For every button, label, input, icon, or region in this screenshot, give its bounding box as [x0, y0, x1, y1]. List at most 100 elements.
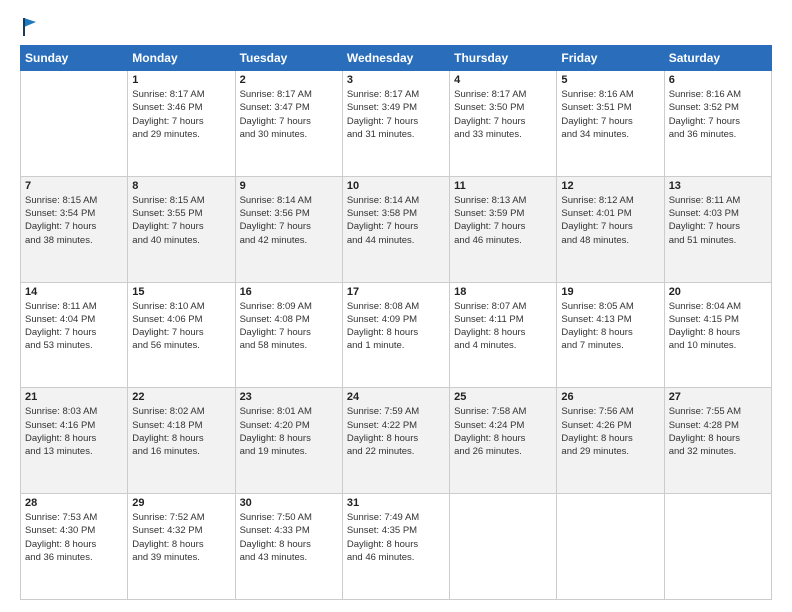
calendar-day-cell: 19 Sunrise: 8:05 AM Sunset: 4:13 PM Dayli…: [557, 282, 664, 388]
day-detail: Sunrise: 8:14 AM Sunset: 3:58 PM Dayligh…: [347, 194, 445, 247]
calendar-empty-cell: [557, 494, 664, 600]
day-detail: Sunrise: 8:15 AM Sunset: 3:54 PM Dayligh…: [25, 194, 123, 247]
calendar-header-tuesday: Tuesday: [235, 46, 342, 71]
calendar-header-wednesday: Wednesday: [342, 46, 449, 71]
calendar-day-cell: 26 Sunrise: 7:56 AM Sunset: 4:26 PM Dayli…: [557, 388, 664, 494]
logo-text: [20, 16, 36, 37]
day-number: 30: [240, 497, 338, 509]
calendar-day-cell: 28 Sunrise: 7:53 AM Sunset: 4:30 PM Dayli…: [21, 494, 128, 600]
calendar-day-cell: 30 Sunrise: 7:50 AM Sunset: 4:33 PM Dayli…: [235, 494, 342, 600]
day-detail: Sunrise: 8:11 AM Sunset: 4:03 PM Dayligh…: [669, 194, 767, 247]
calendar-day-cell: 16 Sunrise: 8:09 AM Sunset: 4:08 PM Dayli…: [235, 282, 342, 388]
day-number: 29: [132, 497, 230, 509]
day-number: 12: [561, 180, 659, 192]
calendar-day-cell: 7Sunrise: 8:15 AM Sunset: 3:54 PM Daylig…: [21, 176, 128, 282]
day-detail: Sunrise: 8:10 AM Sunset: 4:06 PM Dayligh…: [132, 300, 230, 353]
calendar-day-cell: 31 Sunrise: 7:49 AM Sunset: 4:35 PM Dayli…: [342, 494, 449, 600]
calendar-day-cell: 22 Sunrise: 8:02 AM Sunset: 4:18 PM Dayli…: [128, 388, 235, 494]
calendar-day-cell: 10 Sunrise: 8:14 AM Sunset: 3:58 PM Dayli…: [342, 176, 449, 282]
day-number: 11: [454, 180, 552, 192]
day-number: 24: [347, 391, 445, 403]
calendar-day-cell: 20 Sunrise: 8:04 AM Sunset: 4:15 PM Dayli…: [664, 282, 771, 388]
day-detail: Sunrise: 7:58 AM Sunset: 4:24 PM Dayligh…: [454, 405, 552, 458]
day-number: 18: [454, 286, 552, 298]
day-number: 1: [132, 74, 230, 86]
calendar-week-row: 7Sunrise: 8:15 AM Sunset: 3:54 PM Daylig…: [21, 176, 772, 282]
calendar-day-cell: 1 Sunrise: 8:17 AM Sunset: 3:46 PM Daylig…: [128, 71, 235, 177]
calendar-empty-cell: [21, 71, 128, 177]
day-number: 16: [240, 286, 338, 298]
calendar-week-row: 28 Sunrise: 7:53 AM Sunset: 4:30 PM Dayli…: [21, 494, 772, 600]
calendar-day-cell: 5 Sunrise: 8:16 AM Sunset: 3:51 PM Daylig…: [557, 71, 664, 177]
calendar-day-cell: 11 Sunrise: 8:13 AM Sunset: 3:59 PM Dayli…: [450, 176, 557, 282]
header: [20, 16, 772, 37]
day-number: 15: [132, 286, 230, 298]
day-number: 26: [561, 391, 659, 403]
day-number: 2: [240, 74, 338, 86]
day-number: 23: [240, 391, 338, 403]
calendar-day-cell: 8 Sunrise: 8:15 AM Sunset: 3:55 PM Daylig…: [128, 176, 235, 282]
calendar-empty-cell: [664, 494, 771, 600]
day-detail: Sunrise: 7:56 AM Sunset: 4:26 PM Dayligh…: [561, 405, 659, 458]
calendar-day-cell: 2Sunrise: 8:17 AM Sunset: 3:47 PM Daylig…: [235, 71, 342, 177]
day-number: 17: [347, 286, 445, 298]
day-detail: Sunrise: 7:52 AM Sunset: 4:32 PM Dayligh…: [132, 511, 230, 564]
calendar-day-cell: 21Sunrise: 8:03 AM Sunset: 4:16 PM Dayli…: [21, 388, 128, 494]
day-detail: Sunrise: 8:15 AM Sunset: 3:55 PM Dayligh…: [132, 194, 230, 247]
calendar-day-cell: 29 Sunrise: 7:52 AM Sunset: 4:32 PM Dayli…: [128, 494, 235, 600]
day-detail: Sunrise: 8:12 AM Sunset: 4:01 PM Dayligh…: [561, 194, 659, 247]
calendar-day-cell: 23Sunrise: 8:01 AM Sunset: 4:20 PM Dayli…: [235, 388, 342, 494]
day-detail: Sunrise: 8:13 AM Sunset: 3:59 PM Dayligh…: [454, 194, 552, 247]
calendar-week-row: 21Sunrise: 8:03 AM Sunset: 4:16 PM Dayli…: [21, 388, 772, 494]
calendar-day-cell: 17 Sunrise: 8:08 AM Sunset: 4:09 PM Dayli…: [342, 282, 449, 388]
calendar-day-cell: 3Sunrise: 8:17 AM Sunset: 3:49 PM Daylig…: [342, 71, 449, 177]
day-detail: Sunrise: 8:16 AM Sunset: 3:52 PM Dayligh…: [669, 88, 767, 141]
day-number: 22: [132, 391, 230, 403]
calendar-day-cell: 4 Sunrise: 8:17 AM Sunset: 3:50 PM Daylig…: [450, 71, 557, 177]
calendar-day-cell: 12 Sunrise: 8:12 AM Sunset: 4:01 PM Dayli…: [557, 176, 664, 282]
calendar-table: SundayMondayTuesdayWednesdayThursdayFrid…: [20, 45, 772, 600]
logo-flag-icon: [22, 18, 36, 36]
day-number: 20: [669, 286, 767, 298]
day-detail: Sunrise: 7:59 AM Sunset: 4:22 PM Dayligh…: [347, 405, 445, 458]
day-detail: Sunrise: 8:07 AM Sunset: 4:11 PM Dayligh…: [454, 300, 552, 353]
calendar-day-cell: 15 Sunrise: 8:10 AM Sunset: 4:06 PM Dayli…: [128, 282, 235, 388]
calendar-week-row: 14Sunrise: 8:11 AM Sunset: 4:04 PM Dayli…: [21, 282, 772, 388]
day-number: 9: [240, 180, 338, 192]
day-detail: Sunrise: 8:17 AM Sunset: 3:46 PM Dayligh…: [132, 88, 230, 141]
day-number: 27: [669, 391, 767, 403]
day-detail: Sunrise: 8:02 AM Sunset: 4:18 PM Dayligh…: [132, 405, 230, 458]
day-number: 19: [561, 286, 659, 298]
day-detail: Sunrise: 8:09 AM Sunset: 4:08 PM Dayligh…: [240, 300, 338, 353]
day-number: 6: [669, 74, 767, 86]
day-number: 8: [132, 180, 230, 192]
day-number: 25: [454, 391, 552, 403]
calendar-day-cell: 6 Sunrise: 8:16 AM Sunset: 3:52 PM Daylig…: [664, 71, 771, 177]
day-number: 4: [454, 74, 552, 86]
calendar-day-cell: 27Sunrise: 7:55 AM Sunset: 4:28 PM Dayli…: [664, 388, 771, 494]
day-detail: Sunrise: 8:05 AM Sunset: 4:13 PM Dayligh…: [561, 300, 659, 353]
calendar-header-friday: Friday: [557, 46, 664, 71]
day-detail: Sunrise: 7:53 AM Sunset: 4:30 PM Dayligh…: [25, 511, 123, 564]
day-number: 31: [347, 497, 445, 509]
day-number: 3: [347, 74, 445, 86]
day-detail: Sunrise: 7:49 AM Sunset: 4:35 PM Dayligh…: [347, 511, 445, 564]
calendar-week-row: 1 Sunrise: 8:17 AM Sunset: 3:46 PM Daylig…: [21, 71, 772, 177]
calendar-day-cell: 24 Sunrise: 7:59 AM Sunset: 4:22 PM Dayli…: [342, 388, 449, 494]
day-detail: Sunrise: 8:03 AM Sunset: 4:16 PM Dayligh…: [25, 405, 123, 458]
day-detail: Sunrise: 7:50 AM Sunset: 4:33 PM Dayligh…: [240, 511, 338, 564]
day-detail: Sunrise: 8:16 AM Sunset: 3:51 PM Dayligh…: [561, 88, 659, 141]
calendar-day-cell: 18 Sunrise: 8:07 AM Sunset: 4:11 PM Dayli…: [450, 282, 557, 388]
logo: [20, 16, 36, 37]
day-number: 28: [25, 497, 123, 509]
calendar-day-cell: 14Sunrise: 8:11 AM Sunset: 4:04 PM Dayli…: [21, 282, 128, 388]
day-detail: Sunrise: 8:17 AM Sunset: 3:50 PM Dayligh…: [454, 88, 552, 141]
day-number: 10: [347, 180, 445, 192]
calendar-header-monday: Monday: [128, 46, 235, 71]
day-detail: Sunrise: 8:14 AM Sunset: 3:56 PM Dayligh…: [240, 194, 338, 247]
day-detail: Sunrise: 8:04 AM Sunset: 4:15 PM Dayligh…: [669, 300, 767, 353]
day-number: 14: [25, 286, 123, 298]
day-number: 5: [561, 74, 659, 86]
calendar-header-saturday: Saturday: [664, 46, 771, 71]
day-detail: Sunrise: 8:08 AM Sunset: 4:09 PM Dayligh…: [347, 300, 445, 353]
